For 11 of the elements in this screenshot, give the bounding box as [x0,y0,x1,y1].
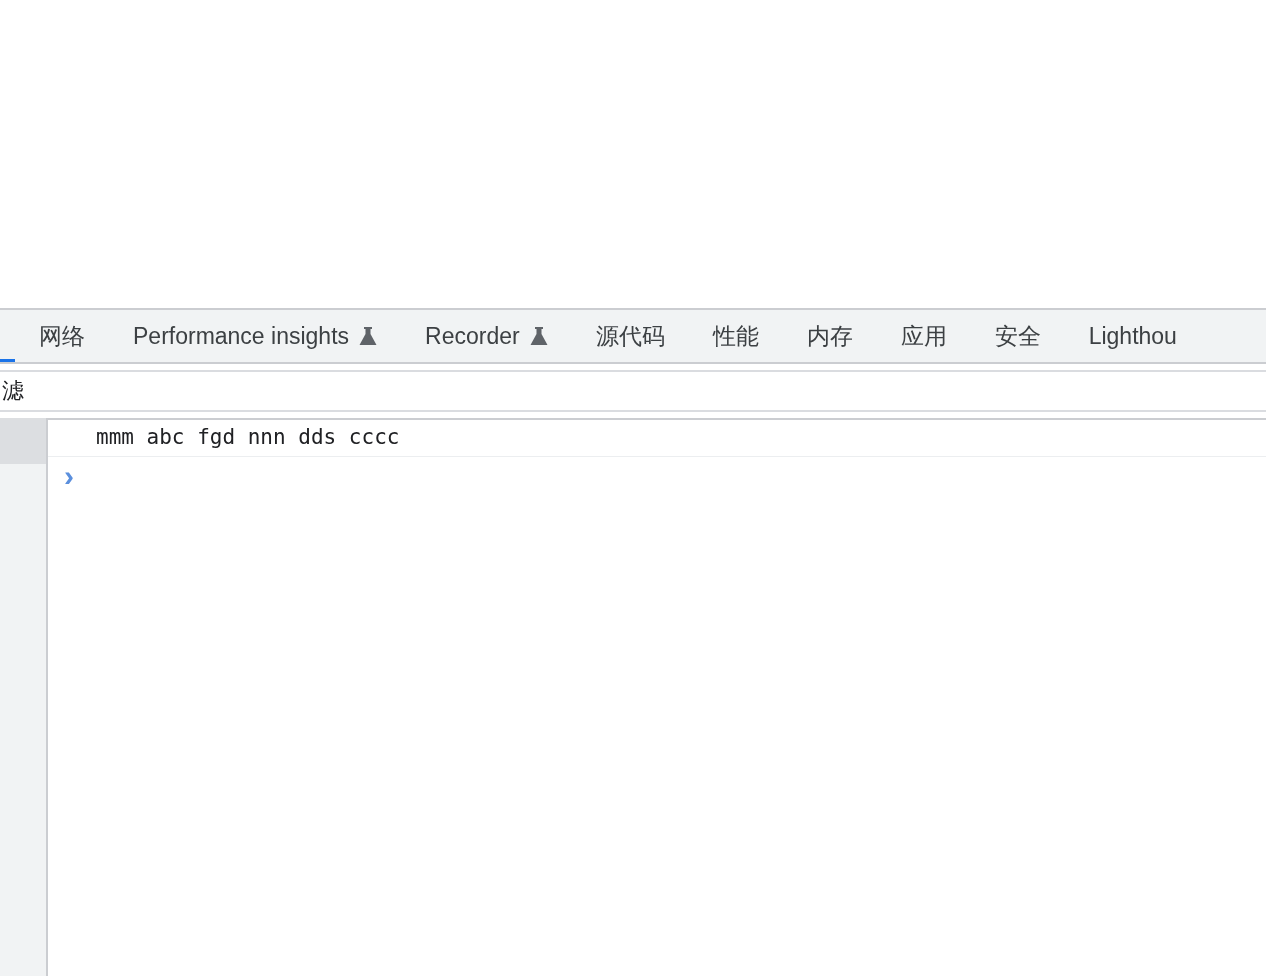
tab[interactable]: Performance insights [109,310,402,362]
tab[interactable]: 网络 [15,310,109,362]
tab[interactable]: 内存 [782,310,877,362]
prompt-icon: › [64,459,74,492]
tab[interactable]: Lighthou [1064,310,1201,362]
tab[interactable]: 源代码 [571,310,689,362]
tab[interactable]: 性能 [688,310,783,362]
tab[interactable]: 安全 [970,310,1065,362]
console-message: mmm abc fgd nnn dds cccc [96,425,400,449]
tab[interactable]: Recorder [401,310,572,362]
tab[interactable]: 应用 [876,310,971,362]
